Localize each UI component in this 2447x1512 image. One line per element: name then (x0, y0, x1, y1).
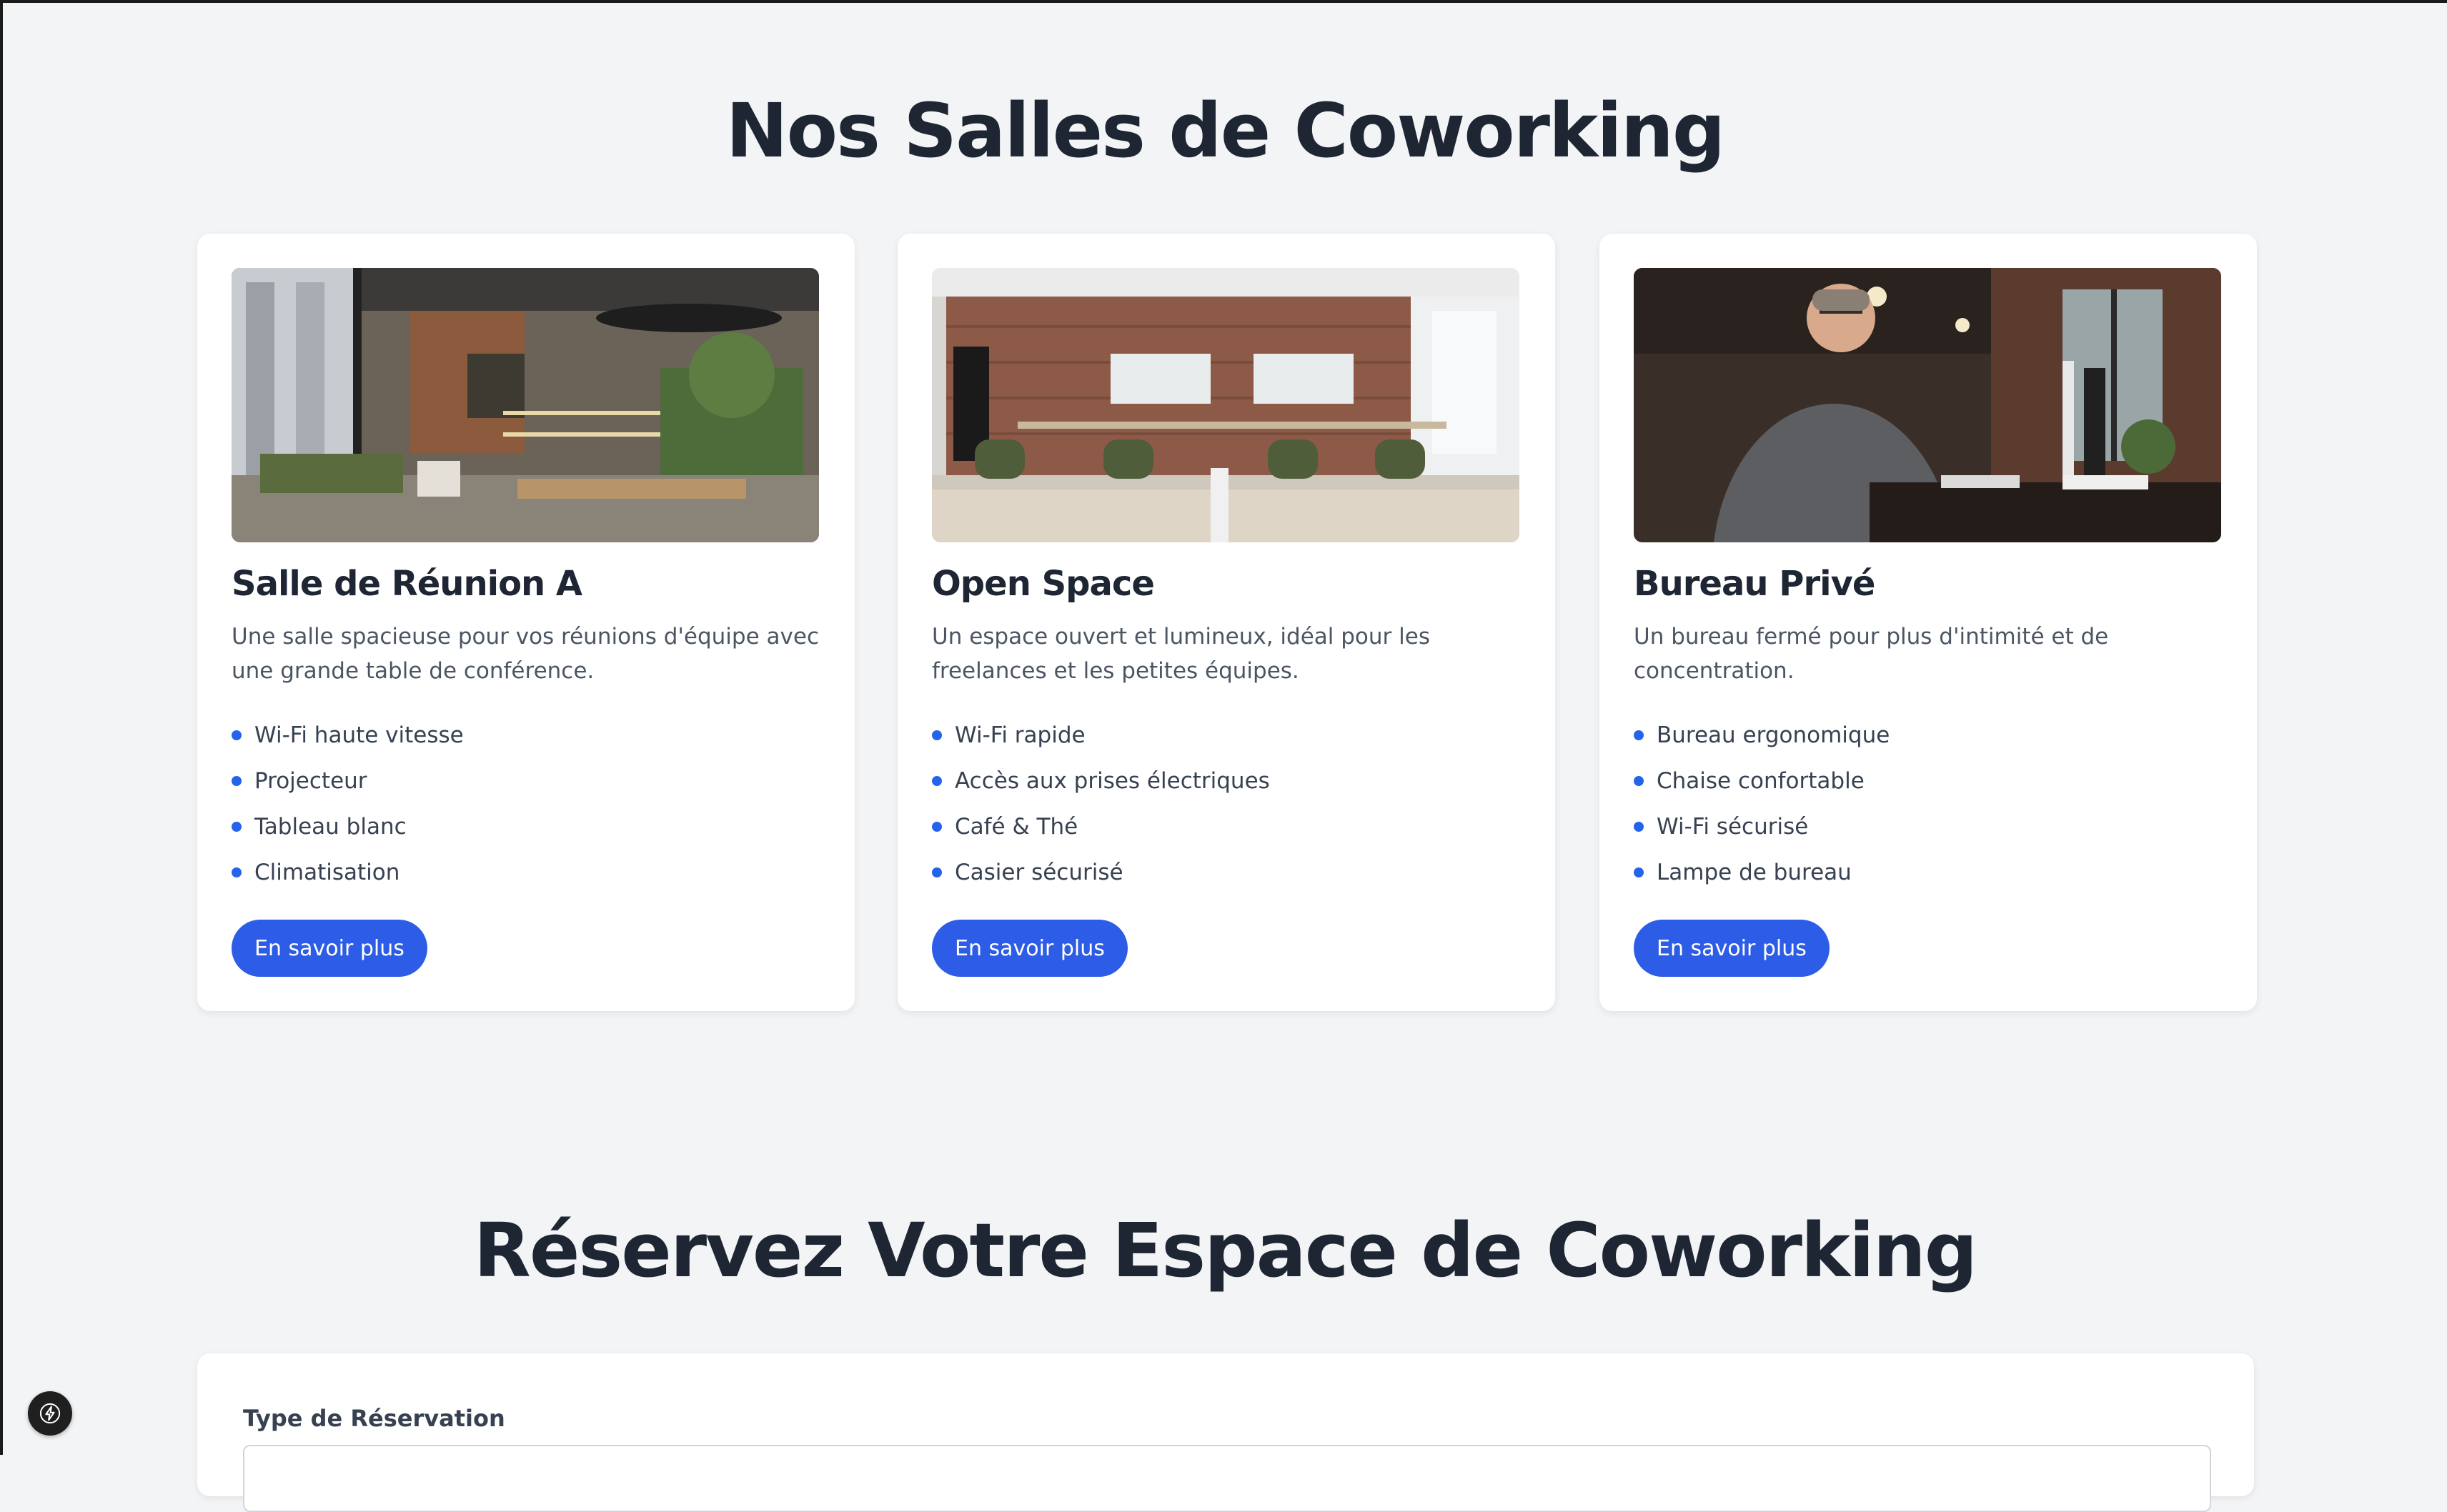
bullet-icon (232, 776, 242, 786)
reservation-type-select[interactable] (243, 1445, 2211, 1512)
room-card-private-office: Bureau Privé Un bureau fermé pour plus d… (1599, 234, 2257, 1011)
learn-more-button[interactable]: En savoir plus (232, 920, 427, 977)
feature-label: Lampe de bureau (1657, 860, 1852, 885)
room-feature-list: Wi-Fi haute vitesse Projecteur Tableau b… (232, 712, 464, 895)
list-item: Chaise confortable (1634, 758, 1890, 804)
dev-tools-button[interactable] (28, 1391, 72, 1436)
rooms-section-title: Nos Salles de Coworking (725, 87, 1726, 174)
feature-label: Chaise confortable (1657, 768, 1865, 794)
list-item: Wi-Fi rapide (932, 712, 1270, 758)
room-title: Salle de Réunion A (232, 564, 582, 604)
feature-label: Wi-Fi rapide (955, 722, 1086, 748)
list-item: Tableau blanc (232, 804, 464, 850)
room-feature-list: Bureau ergonomique Chaise confortable Wi… (1634, 712, 1890, 895)
feature-label: Projecteur (254, 768, 367, 794)
room-title: Bureau Privé (1634, 564, 1875, 604)
learn-more-button[interactable]: En savoir plus (1634, 920, 1830, 977)
list-item: Climatisation (232, 850, 464, 895)
list-item: Projecteur (232, 758, 464, 804)
bullet-icon (232, 822, 242, 832)
bullet-icon (232, 867, 242, 877)
bullet-icon (1634, 730, 1644, 740)
bullet-icon (932, 822, 942, 832)
reservation-type-label: Type de Réservation (243, 1405, 505, 1432)
booking-section-title: Réservez Votre Espace de Coworking (473, 1207, 1977, 1294)
room-description: Une salle spacieuse pour vos réunions d'… (232, 624, 819, 684)
list-item: Bureau ergonomique (1634, 712, 1890, 758)
list-item: Wi-Fi haute vitesse (232, 712, 464, 758)
list-item: Café & Thé (932, 804, 1270, 850)
lightning-icon (39, 1403, 61, 1424)
room-title: Open Space (932, 564, 1155, 604)
feature-label: Climatisation (254, 860, 400, 885)
list-item: Lampe de bureau (1634, 850, 1890, 895)
bullet-icon (232, 730, 242, 740)
room-description: Un espace ouvert et lumineux, idéal pour… (932, 624, 1430, 684)
room-card-meeting-a: Salle de Réunion A Une salle spacieuse p… (197, 234, 855, 1011)
bullet-icon (1634, 822, 1644, 832)
bullet-icon (932, 730, 942, 740)
booking-form: Type de Réservation (197, 1353, 2254, 1512)
bullet-icon (1634, 776, 1644, 786)
room-card-open-space: Open Space Un espace ouvert et lumineux,… (898, 234, 1555, 1011)
bullet-icon (932, 776, 942, 786)
bullet-icon (1634, 867, 1644, 877)
bullet-icon (932, 867, 942, 877)
room-photo-private-office (1634, 268, 2221, 542)
list-item: Accès aux prises électriques (932, 758, 1270, 804)
list-item: Wi-Fi sécurisé (1634, 804, 1890, 850)
feature-label: Wi-Fi sécurisé (1657, 814, 1809, 840)
list-item: Casier sécurisé (932, 850, 1270, 895)
room-photo-meeting-a (232, 268, 819, 542)
feature-label: Bureau ergonomique (1657, 722, 1890, 748)
feature-label: Café & Thé (955, 814, 1078, 840)
learn-more-button[interactable]: En savoir plus (932, 920, 1128, 977)
feature-label: Wi-Fi haute vitesse (254, 722, 464, 748)
feature-label: Tableau blanc (254, 814, 407, 840)
room-description: Un bureau fermé pour plus d'intimité et … (1634, 624, 2109, 684)
room-feature-list: Wi-Fi rapide Accès aux prises électrique… (932, 712, 1270, 895)
room-photo-open-space (932, 268, 1519, 542)
feature-label: Casier sécurisé (955, 860, 1123, 885)
feature-label: Accès aux prises électriques (955, 768, 1270, 794)
